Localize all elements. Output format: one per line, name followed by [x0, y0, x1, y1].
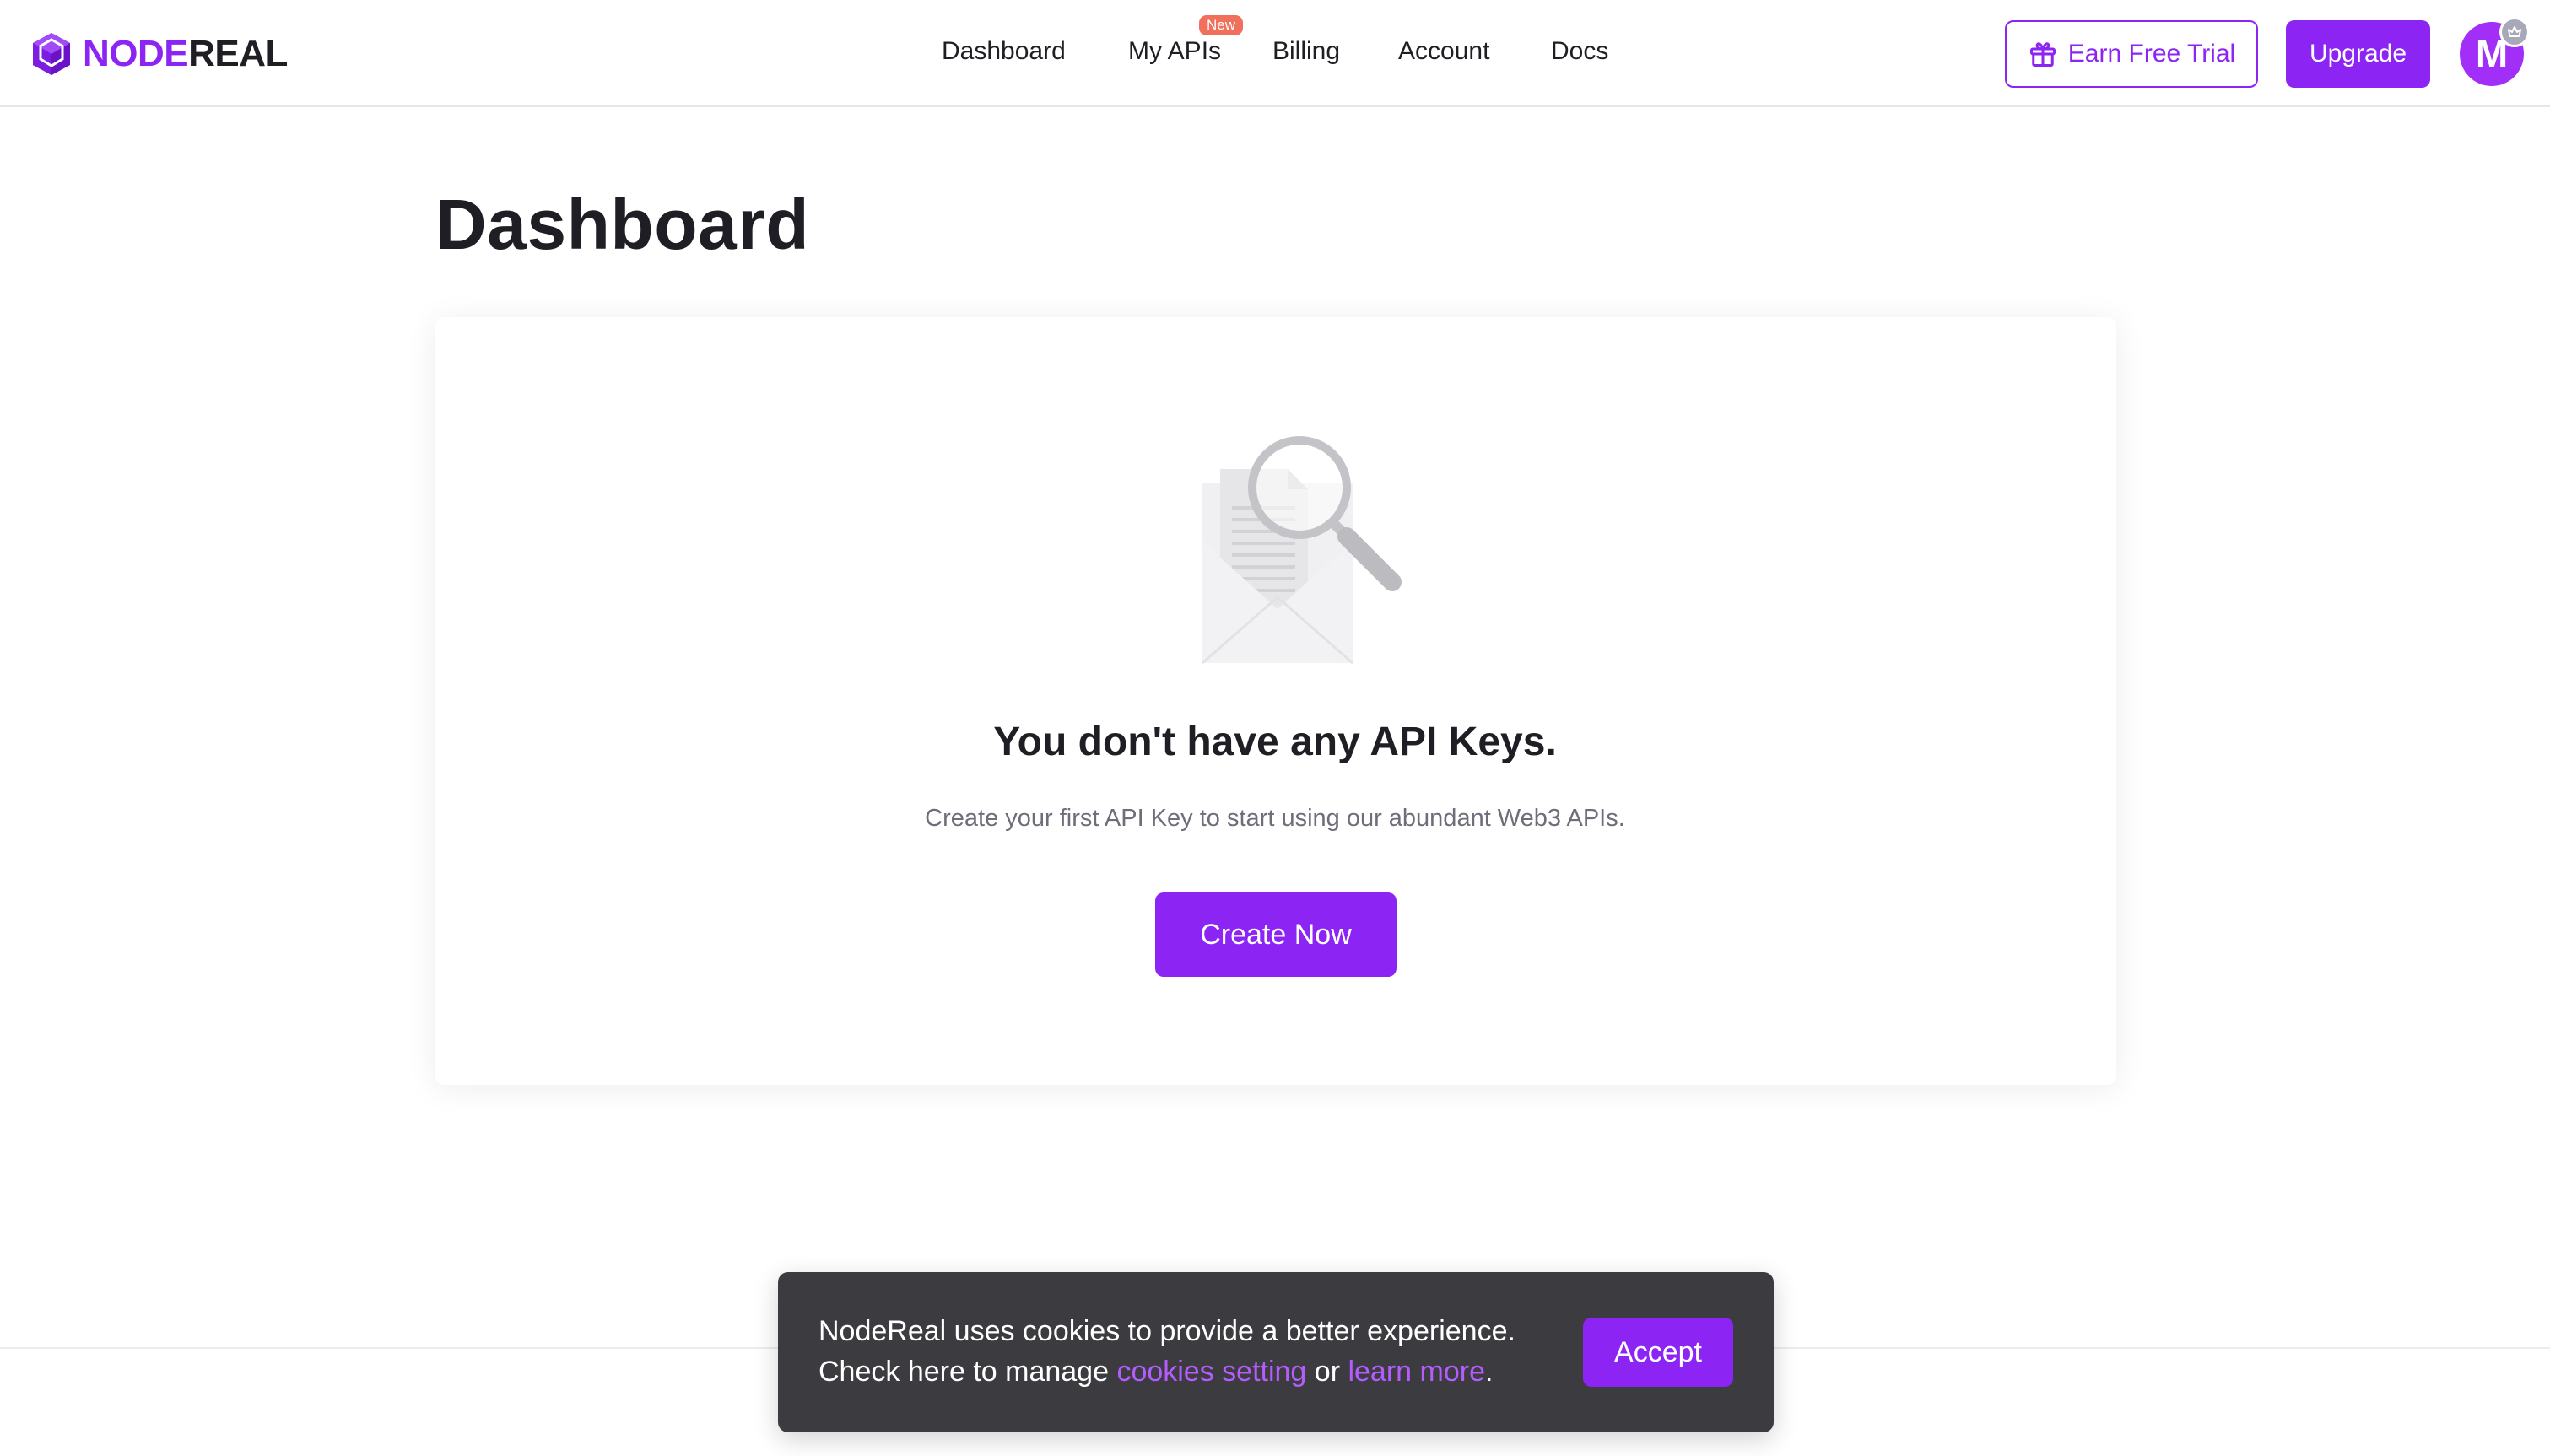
empty-state-heading: You don't have any API Keys. — [993, 720, 1557, 764]
learn-more-link[interactable]: learn more — [1348, 1356, 1485, 1388]
nav-item-docs[interactable]: Docs — [1551, 37, 1608, 66]
page-title: Dashboard — [435, 185, 810, 264]
nav-item-billing[interactable]: Billing — [1272, 37, 1340, 66]
nav-item-dashboard[interactable]: Dashboard — [942, 37, 1066, 66]
upgrade-button[interactable]: Upgrade — [2286, 20, 2430, 88]
cookie-banner: NodeReal uses cookies to provide a bette… — [778, 1272, 1774, 1432]
gift-icon — [2029, 42, 2056, 67]
new-badge: New — [1199, 15, 1244, 35]
cookie-message-line2-prefix: Check here to manage — [818, 1356, 1117, 1388]
accept-cookies-button[interactable]: Accept — [1583, 1318, 1733, 1387]
cookies-setting-link[interactable]: cookies setting — [1116, 1356, 1306, 1388]
earn-free-trial-button[interactable]: Earn Free Trial — [2005, 20, 2258, 88]
empty-envelope-search-icon — [1202, 436, 1402, 665]
create-now-button[interactable]: Create Now — [1155, 892, 1397, 977]
cookie-message-period: . — [1484, 1356, 1494, 1388]
cookie-message: NodeReal uses cookies to provide a bette… — [818, 1311, 1561, 1392]
empty-state-description: Create your first API Key to start using… — [925, 805, 1625, 832]
nav-item-my-apis[interactable]: My APIs — [1128, 37, 1221, 66]
nav-item-account[interactable]: Account — [1398, 37, 1489, 66]
earn-free-trial-label: Earn Free Trial — [2067, 40, 2236, 67]
cookie-message-or: or — [1306, 1356, 1348, 1388]
cookie-message-line1: NodeReal uses cookies to provide a bette… — [818, 1315, 1515, 1347]
crown-icon — [2499, 17, 2530, 47]
top-navigation-bar: NODEREAL Dashboard My APIs New Billing A… — [0, 0, 2550, 107]
